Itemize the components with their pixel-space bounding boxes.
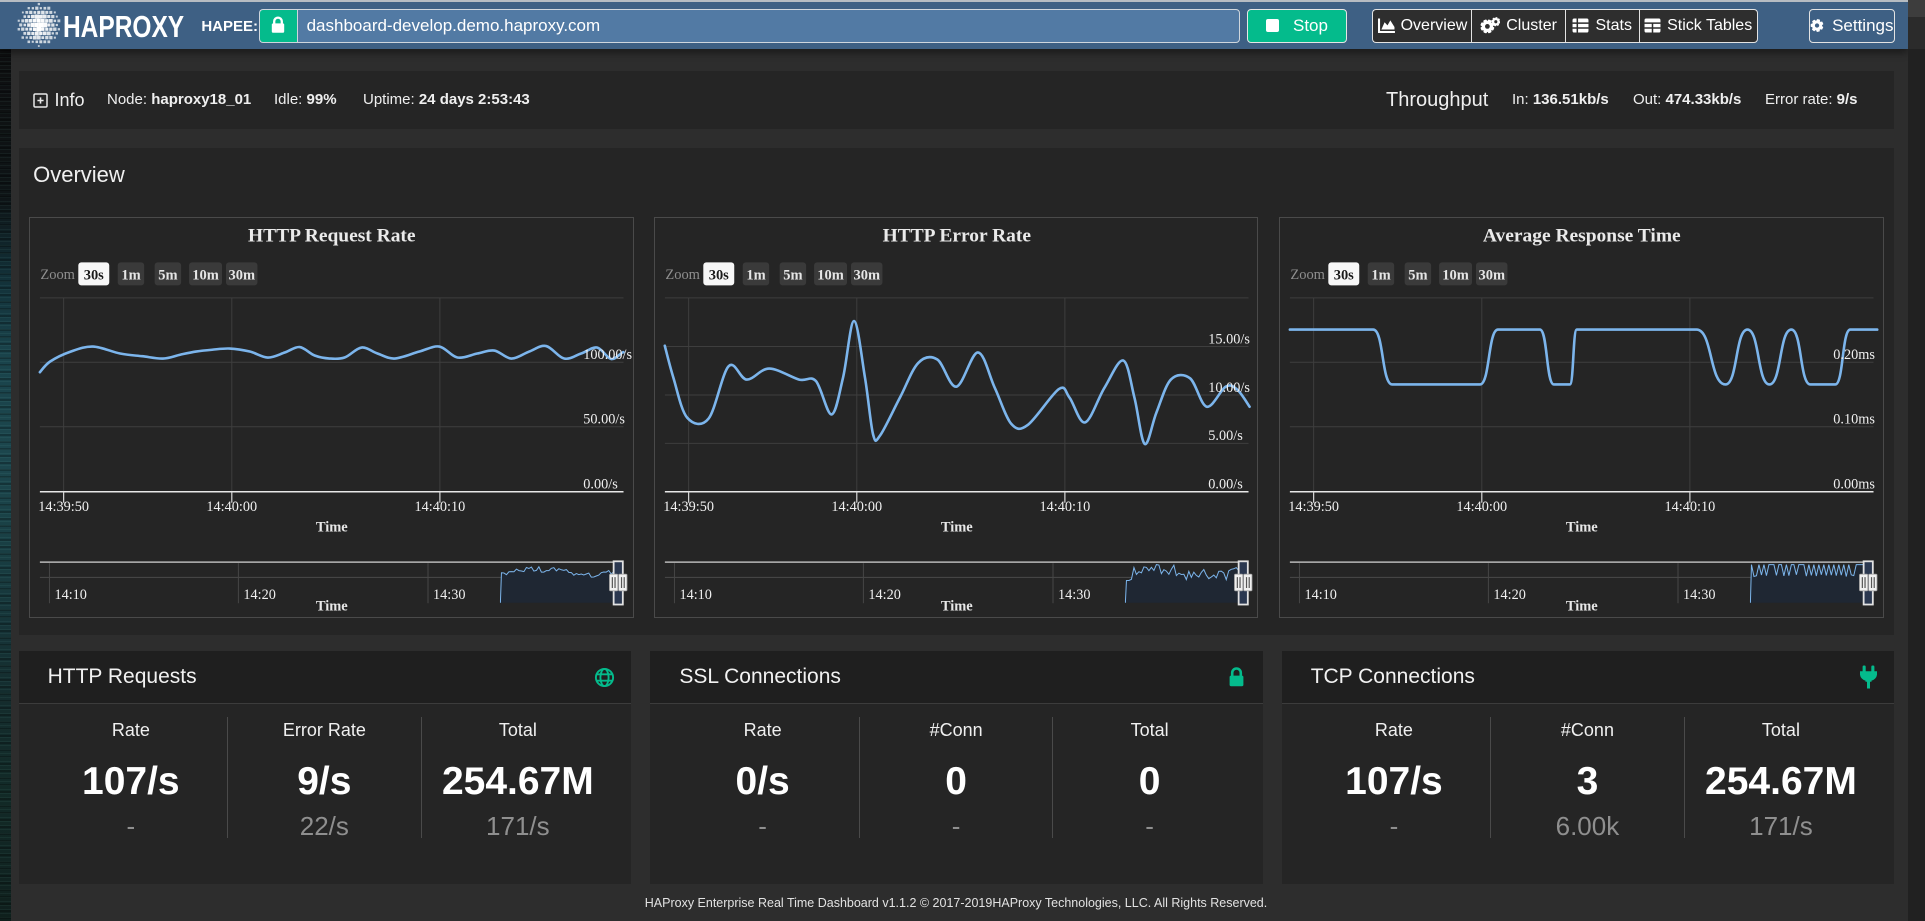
svg-text:14:40:10: 14:40:10 xyxy=(415,499,466,515)
svg-text:1m: 1m xyxy=(746,268,765,284)
svg-text:14:40:00: 14:40:00 xyxy=(207,499,258,515)
svg-text:30s: 30s xyxy=(84,268,104,284)
svg-text:14:10: 14:10 xyxy=(1305,587,1338,603)
svg-text:14:30: 14:30 xyxy=(1058,587,1091,603)
svg-text:HTTP Error Rate: HTTP Error Rate xyxy=(883,226,1032,247)
svg-text:0.00/s: 0.00/s xyxy=(1208,477,1243,493)
svg-text:Time: Time xyxy=(941,520,973,536)
svg-text:14:40:00: 14:40:00 xyxy=(1457,499,1508,515)
svg-text:30m: 30m xyxy=(229,268,256,284)
svg-text:14:39:50: 14:39:50 xyxy=(38,499,89,515)
svg-text:0.00ms: 0.00ms xyxy=(1834,477,1876,493)
svg-text:100.00/s: 100.00/s xyxy=(583,347,632,363)
svg-text:5.00/s: 5.00/s xyxy=(1208,428,1243,444)
svg-text:5m: 5m xyxy=(783,268,802,284)
svg-text:0.20ms: 0.20ms xyxy=(1834,347,1876,363)
svg-text:Time: Time xyxy=(941,599,973,615)
svg-text:Zoom: Zoom xyxy=(41,267,76,283)
svg-text:10m: 10m xyxy=(1443,268,1470,284)
svg-text:10.00/s: 10.00/s xyxy=(1208,380,1250,396)
svg-text:HTTP Request Rate: HTTP Request Rate xyxy=(248,226,416,247)
svg-text:14:39:50: 14:39:50 xyxy=(663,499,714,515)
svg-text:Time: Time xyxy=(1566,599,1598,615)
svg-text:10m: 10m xyxy=(192,268,219,284)
svg-text:Time: Time xyxy=(316,599,348,615)
svg-text:14:40:00: 14:40:00 xyxy=(831,499,882,515)
svg-text:30m: 30m xyxy=(853,268,880,284)
svg-text:14:10: 14:10 xyxy=(55,587,88,603)
svg-text:Time: Time xyxy=(1566,520,1598,536)
svg-text:14:20: 14:20 xyxy=(244,587,277,603)
svg-text:14:40:10: 14:40:10 xyxy=(1040,499,1091,515)
svg-text:30s: 30s xyxy=(709,268,729,284)
svg-text:14:39:50: 14:39:50 xyxy=(1289,499,1340,515)
svg-text:14:20: 14:20 xyxy=(868,587,901,603)
svg-text:14:20: 14:20 xyxy=(1494,587,1527,603)
svg-text:1m: 1m xyxy=(1372,268,1391,284)
svg-text:14:30: 14:30 xyxy=(1683,587,1716,603)
svg-text:30m: 30m xyxy=(1479,268,1506,284)
svg-text:30s: 30s xyxy=(1334,268,1354,284)
svg-text:Zoom: Zoom xyxy=(665,267,700,283)
svg-text:Average Response Time: Average Response Time xyxy=(1483,226,1681,247)
svg-text:10m: 10m xyxy=(817,268,844,284)
svg-text:Time: Time xyxy=(316,520,348,536)
svg-text:5m: 5m xyxy=(158,268,177,284)
svg-text:0.00/s: 0.00/s xyxy=(583,477,618,493)
svg-text:Zoom: Zoom xyxy=(1291,267,1326,283)
svg-text:14:10: 14:10 xyxy=(679,587,712,603)
svg-text:15.00/s: 15.00/s xyxy=(1208,332,1250,348)
svg-text:5m: 5m xyxy=(1409,268,1428,284)
svg-text:1m: 1m xyxy=(122,268,141,284)
svg-text:0.10ms: 0.10ms xyxy=(1834,412,1876,428)
svg-text:50.00/s: 50.00/s xyxy=(583,412,625,428)
svg-text:14:30: 14:30 xyxy=(433,587,466,603)
svg-text:14:40:10: 14:40:10 xyxy=(1665,499,1716,515)
